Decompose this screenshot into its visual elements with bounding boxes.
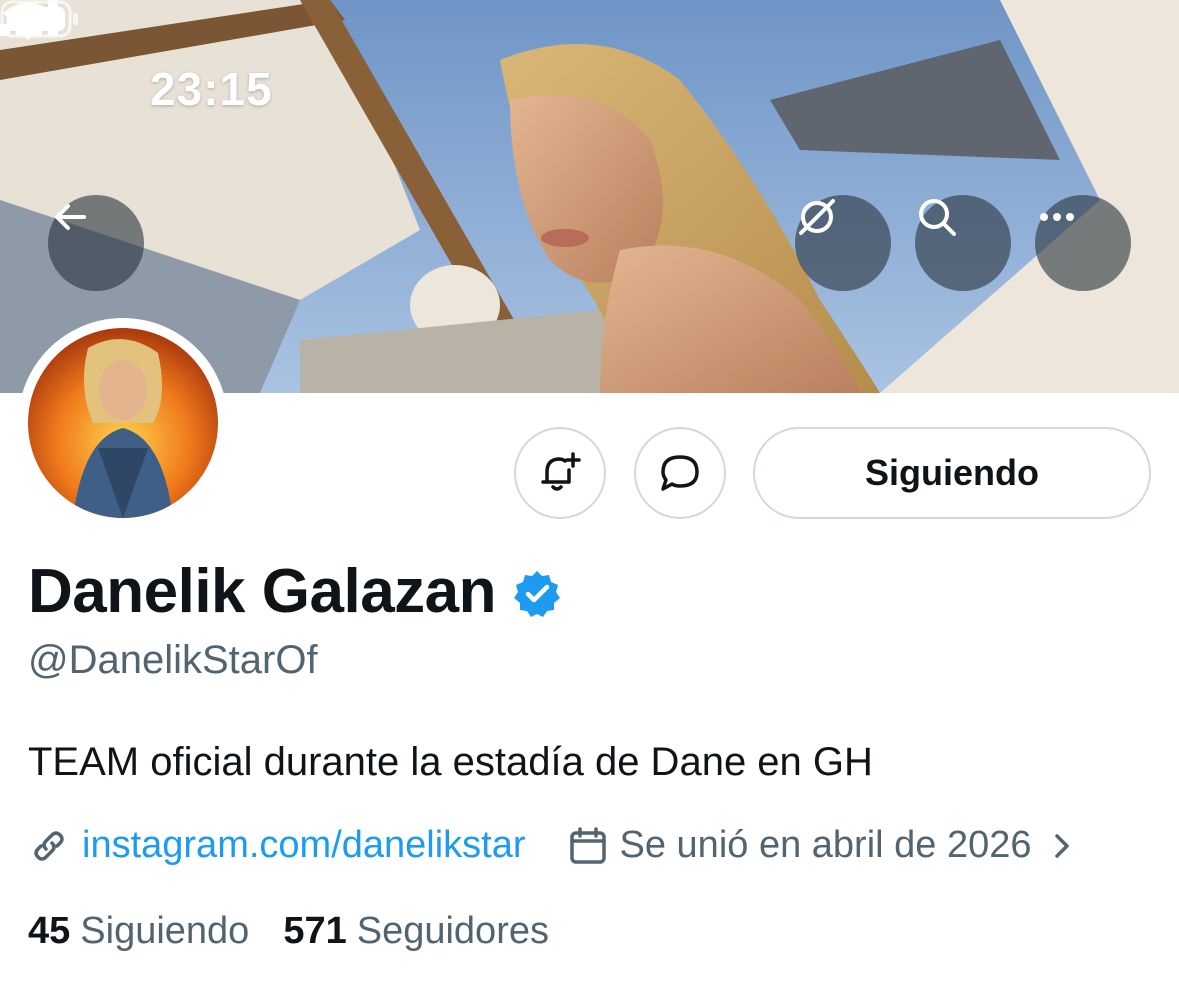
profile-bio: TEAM oficial durante la estadía de Dane …: [28, 740, 873, 784]
message-bubble-icon: [661, 455, 699, 491]
followers-label: Seguidores: [356, 910, 549, 952]
battery-icon: [0, 0, 78, 38]
username-handle: @DanelikStarOf: [28, 638, 318, 682]
grok-icon: [799, 199, 835, 235]
more-horizontal-icon: [1040, 213, 1074, 221]
message-button[interactable]: [634, 427, 726, 519]
following-stat[interactable]: 45 Siguiendo: [28, 910, 249, 953]
profile-website-link[interactable]: instagram.com/danelikstar: [82, 824, 526, 867]
arrow-left-icon: [55, 204, 86, 230]
avatar-image: [28, 328, 218, 518]
verified-badge-icon[interactable]: [512, 569, 562, 619]
status-bar-time: 23:15: [150, 63, 273, 115]
back-button[interactable]: [48, 195, 144, 291]
followers-stat[interactable]: 571 Seguidores: [283, 910, 549, 953]
search-icon: [919, 199, 956, 236]
name-row: Danelik Galazan: [28, 556, 562, 627]
chevron-right-icon[interactable]: [1046, 830, 1078, 862]
display-name: Danelik Galazan: [28, 557, 497, 626]
following-label: Siguiendo: [80, 910, 250, 952]
notifications-button[interactable]: [514, 427, 606, 519]
bell-plus-icon: [541, 452, 581, 491]
followers-count: 571: [283, 910, 347, 952]
profile-page: 23:15 Siguiendo Danelik Galazan @Danelik…: [0, 0, 1179, 1000]
profile-avatar[interactable]: [18, 318, 228, 528]
grok-button[interactable]: [795, 195, 891, 291]
following-count: 45: [28, 910, 71, 952]
follow-stats: 45 Siguiendo 571 Seguidores: [28, 910, 549, 953]
link-icon: [34, 830, 64, 861]
profile-meta: instagram.com/danelikstar Se unió en abr…: [28, 824, 1078, 867]
join-date[interactable]: Se unió en abril de 2026: [620, 824, 1032, 867]
more-options-button[interactable]: [1035, 195, 1131, 291]
search-button[interactable]: [915, 195, 1011, 291]
following-button[interactable]: Siguiendo: [753, 427, 1151, 519]
calendar-icon: [569, 826, 606, 864]
